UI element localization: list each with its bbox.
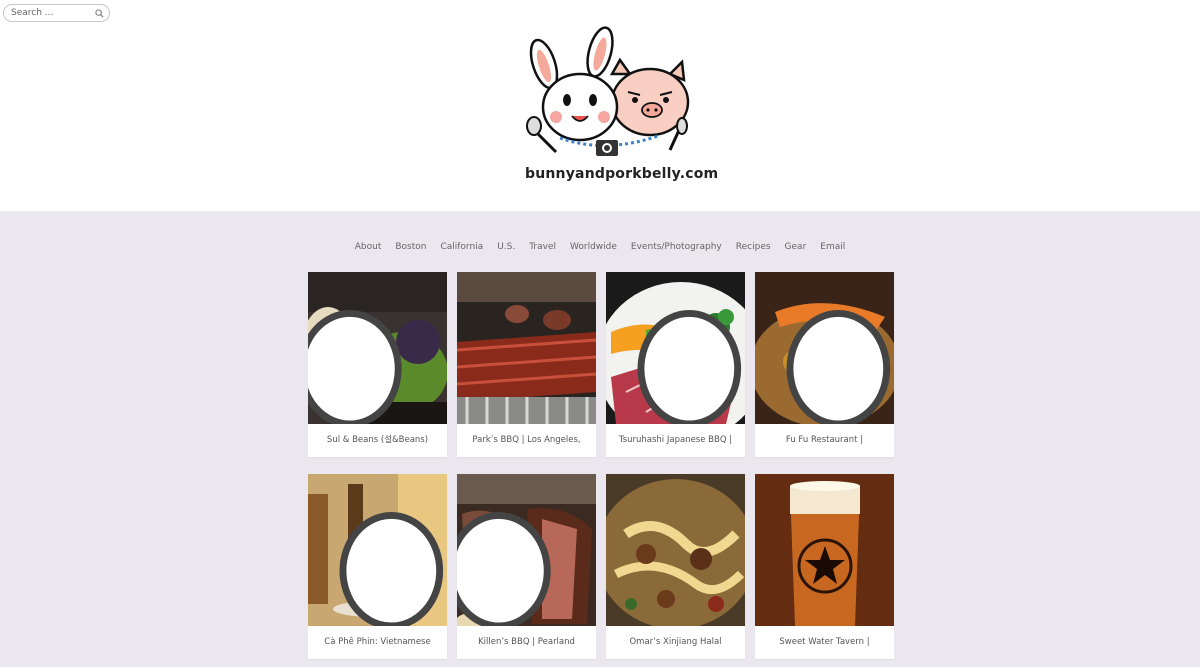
nav-item-california[interactable]: California — [440, 242, 483, 252]
post-thumbnail[interactable] — [308, 474, 447, 626]
bunny-mascot-icon — [457, 512, 551, 626]
post-title[interactable]: Omar’s Xinjiang Halal — [606, 626, 745, 659]
post-title[interactable]: Killen’s BBQ | Pearland — [457, 626, 596, 659]
bunny-mascot-icon — [786, 310, 891, 424]
nav-item-us[interactable]: U.S. — [497, 242, 515, 252]
nav-item-events-photography[interactable]: Events/Photography — [631, 242, 722, 252]
site-header: bunnyandporkbelly.com — [0, 0, 1200, 211]
post-card[interactable]: Cà Phê Phin: Vietnamese — [308, 474, 447, 659]
post-card[interactable]: Fu Fu Restaurant | — [755, 272, 894, 457]
post-thumbnail[interactable] — [308, 272, 447, 424]
post-card[interactable]: Omar’s Xinjiang Halal — [606, 474, 745, 659]
nav-item-about[interactable]: About — [355, 242, 382, 252]
bunny-mascot-icon — [339, 512, 444, 626]
search-box[interactable] — [3, 4, 110, 22]
nav-item-worldwide[interactable]: Worldwide — [570, 242, 617, 252]
post-title[interactable]: Sul & Beans (설&Beans) — [308, 424, 447, 457]
main-content: About Boston California U.S. Travel Worl… — [0, 211, 1200, 667]
noodle-dish-photo — [606, 474, 745, 626]
post-thumbnail[interactable] — [755, 272, 894, 424]
post-thumbnail[interactable] — [606, 474, 745, 626]
bbq-grill-photo — [457, 272, 596, 424]
post-title[interactable]: Cà Phê Phin: Vietnamese — [308, 626, 447, 659]
post-title[interactable]: Park’s BBQ | Los Angeles, — [457, 424, 596, 457]
nav-item-travel[interactable]: Travel — [529, 242, 556, 252]
bunny-mascot-icon — [308, 310, 402, 424]
post-card[interactable]: Park’s BBQ | Los Angeles, — [457, 272, 596, 457]
main-nav: About Boston California U.S. Travel Worl… — [0, 242, 1200, 252]
post-card[interactable]: Tsuruhashi Japanese BBQ | — [606, 272, 745, 457]
post-grid: Sul & Beans (설&Beans) Park’s BBQ | Los A… — [308, 272, 894, 659]
search-input[interactable] — [4, 8, 95, 18]
post-card[interactable]: Sul & Beans (설&Beans) — [308, 272, 447, 457]
post-title[interactable]: Fu Fu Restaurant | — [755, 424, 894, 457]
nav-item-email[interactable]: Email — [820, 242, 845, 252]
site-logo[interactable] — [520, 22, 695, 187]
post-title[interactable]: Sweet Water Tavern | — [755, 626, 894, 659]
post-thumbnail[interactable] — [755, 474, 894, 626]
site-logo-text[interactable]: bunnyandporkbelly.com — [525, 166, 718, 182]
nav-item-recipes[interactable]: Recipes — [736, 242, 771, 252]
post-thumbnail[interactable] — [457, 474, 596, 626]
post-thumbnail[interactable] — [606, 272, 745, 424]
post-card[interactable]: Sweet Water Tavern | — [755, 474, 894, 659]
beer-glass-photo — [755, 474, 894, 626]
post-card[interactable]: Killen’s BBQ | Pearland — [457, 474, 596, 659]
post-title[interactable]: Tsuruhashi Japanese BBQ | — [606, 424, 745, 457]
bunny-mascot-icon — [637, 310, 742, 424]
nav-item-boston[interactable]: Boston — [395, 242, 426, 252]
search-icon[interactable] — [95, 9, 104, 18]
post-thumbnail[interactable] — [457, 272, 596, 424]
nav-item-gear[interactable]: Gear — [785, 242, 807, 252]
